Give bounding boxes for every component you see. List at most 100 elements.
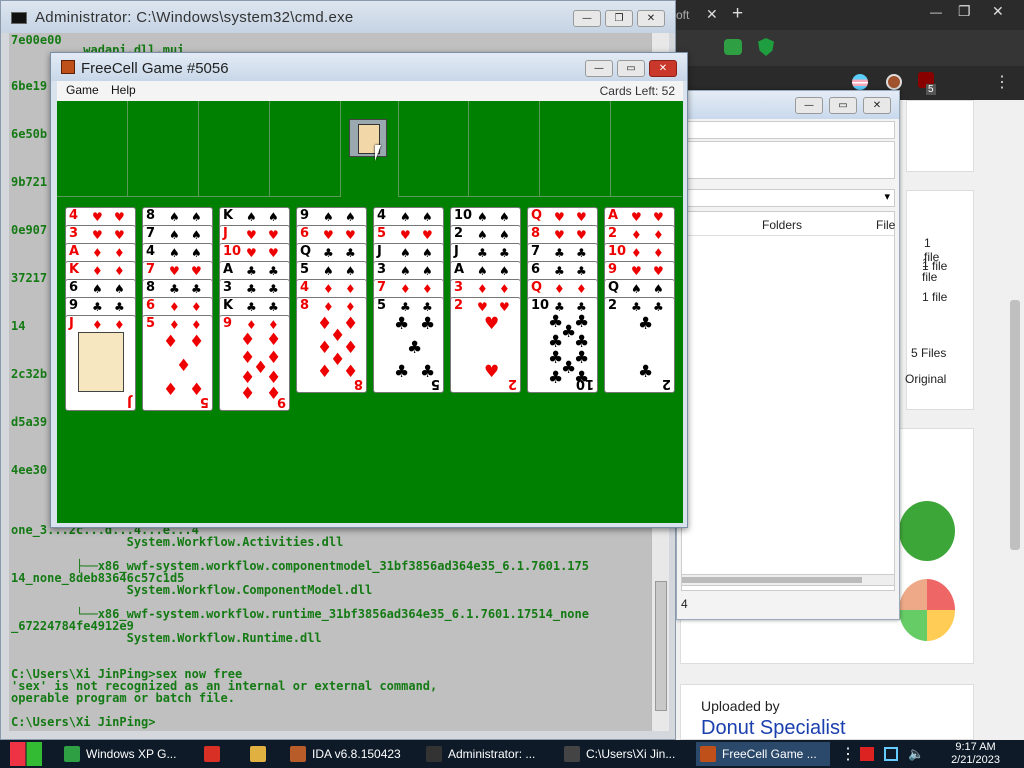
browser-minimize-button[interactable]: — bbox=[930, 5, 942, 19]
free-cell-4[interactable] bbox=[270, 101, 341, 197]
card-rank: 8 bbox=[300, 298, 310, 313]
explorer-dropdown[interactable]: ▾ bbox=[681, 189, 895, 207]
card-pip-icon: ♦ bbox=[343, 314, 359, 334]
tab-close-icon[interactable]: ✕ bbox=[706, 6, 718, 23]
browser-close-button[interactable]: ✕ bbox=[992, 3, 1004, 20]
card-suit-icon: ♣ bbox=[576, 246, 587, 260]
taskbar-button[interactable]: Administrator: ... bbox=[422, 742, 556, 766]
playing-card[interactable]: 9 ♦ ♦ ♦ ♦ ♦ ♦ ♦ ♦ ♦ ♦ ♦ 9 bbox=[219, 315, 290, 411]
taskbar-clock[interactable]: 9:17 AM 2/21/2023 bbox=[951, 741, 1000, 767]
file-count-row[interactable]: 5 Files bbox=[911, 346, 946, 360]
console-line: System.Workflow.ComponentModel.dll bbox=[11, 583, 373, 597]
start-button[interactable] bbox=[10, 742, 42, 766]
free-cell-3[interactable] bbox=[199, 101, 270, 197]
explorer-address-bar[interactable] bbox=[681, 121, 895, 139]
column-header-file[interactable]: File bbox=[876, 218, 895, 232]
foundation-1[interactable] bbox=[398, 101, 469, 197]
card-suit-icon: ♣ bbox=[191, 282, 202, 296]
card-pip-icon: ♣ bbox=[638, 362, 654, 382]
card-rank: Q bbox=[531, 280, 543, 295]
playing-card[interactable]: 2 ♥ ♥ ♥ ♥ 2 bbox=[450, 297, 521, 393]
tray-network-icon[interactable] bbox=[884, 747, 898, 761]
explorer-maximize-button[interactable]: ▭ bbox=[829, 97, 857, 114]
card-suit-icon: ♠ bbox=[92, 282, 103, 296]
page-scroll-thumb[interactable] bbox=[1010, 300, 1020, 550]
playing-card[interactable]: 8 ♦ ♦ ♦ ♦ ♦ ♦ ♦ ♦ ♦ ♦ 8 bbox=[296, 297, 367, 393]
card-suit-icon: ♠ bbox=[422, 246, 433, 260]
uploader-name-link[interactable]: Donut Specialist bbox=[701, 717, 846, 740]
freecell-maximize-button[interactable]: ▭ bbox=[617, 60, 645, 77]
browser-menu-icon[interactable]: ⋮ bbox=[994, 72, 1010, 92]
console-line: operable program or batch file. bbox=[11, 691, 235, 705]
new-tab-button[interactable]: + bbox=[732, 3, 743, 25]
explorer-close-button[interactable]: ✕ bbox=[863, 97, 891, 114]
tray-more-icon[interactable]: ⋮ bbox=[840, 744, 856, 764]
cmd-icon bbox=[11, 12, 27, 24]
card-suit-icon: ♣ bbox=[268, 282, 279, 296]
card-rank: 7 bbox=[146, 262, 156, 277]
free-cell-2[interactable] bbox=[128, 101, 199, 197]
page-scrollbar[interactable] bbox=[1006, 100, 1024, 740]
playing-card[interactable]: 2 ♣ ♣ ♣ ♣ 2 bbox=[604, 297, 675, 393]
menu-help[interactable]: Help bbox=[111, 83, 136, 97]
card-suit-icon: ♦ bbox=[92, 318, 103, 332]
browser-tab-partial[interactable]: oft bbox=[676, 8, 689, 22]
free-cell-1[interactable] bbox=[57, 101, 128, 197]
card-suit-icon: ♠ bbox=[477, 264, 488, 278]
file-count-row[interactable]: 1 file bbox=[922, 259, 947, 273]
card-suit-icon: ♥ bbox=[631, 210, 642, 224]
freecell-minimize-button[interactable]: — bbox=[585, 60, 613, 77]
card-suit-icon: ♥ bbox=[268, 246, 279, 260]
card-rank: Q bbox=[608, 280, 620, 295]
explorer-filter-box[interactable] bbox=[681, 141, 895, 179]
cmd-close-button[interactable]: ✕ bbox=[637, 10, 665, 27]
card-suit-icon: ♣ bbox=[246, 264, 257, 278]
tray-speaker-icon[interactable]: 🔈 bbox=[908, 746, 924, 762]
card-rank-bottom: 2 bbox=[661, 376, 671, 391]
taskbar-button[interactable]: Windows XP G... bbox=[60, 742, 194, 766]
flag-icon[interactable] bbox=[852, 74, 868, 90]
column-header-folders[interactable]: Folders bbox=[762, 218, 802, 232]
taskbar-button[interactable] bbox=[200, 742, 240, 766]
taskbar-button[interactable]: IDA v6.8.150423 bbox=[286, 742, 418, 766]
explorer-minimize-button[interactable]: — bbox=[795, 97, 823, 114]
console-line: 0e907 bbox=[11, 223, 48, 237]
playing-card[interactable]: 5 ♦ ♦ ♦ ♦ ♦ ♦ ♦ 5 bbox=[142, 315, 213, 411]
foundation-2[interactable] bbox=[469, 101, 540, 197]
profile-avatar-icon[interactable] bbox=[886, 74, 902, 90]
explorer-hscrollbar[interactable] bbox=[681, 574, 895, 586]
playing-card[interactable]: 10 ♣ ♣ ♣ ♣ ♣ ♣ ♣ ♣ ♣ ♣ ♣ ♣ 10 bbox=[527, 297, 598, 393]
card-pip-icon: ♦ bbox=[266, 330, 282, 350]
file-count-row[interactable]: 1 file bbox=[922, 290, 947, 304]
card-pip-icon: ♦ bbox=[343, 338, 359, 358]
browser-maximize-button[interactable]: ❐ bbox=[958, 3, 971, 20]
column-header-row: Folders File bbox=[682, 214, 895, 236]
file-count-row[interactable]: Original bbox=[905, 372, 946, 386]
freecell-titlebar: FreeCell Game #5056 — ▭ ✕ bbox=[51, 53, 687, 81]
foundation-4[interactable] bbox=[611, 101, 682, 197]
card-rank: 10 bbox=[454, 208, 473, 223]
freecell-table[interactable]: 4 ♥ ♥ 3 ♥ ♥ A ♦ ♦ K ♦ ♦ 6 ♠ ♠ 9 ♣ ♣ J ♦ ♦ J 8 ♠ ♠ 7 ♠ ♠ 4 ♠ ♠ 7 ♥ ♥ 8 ♣ ♣ 6 ♦ ♦… bbox=[57, 101, 683, 523]
card-suit-icon: ♣ bbox=[400, 300, 411, 314]
foundation-3[interactable] bbox=[540, 101, 611, 197]
card-suit-icon: ♠ bbox=[477, 210, 488, 224]
cmd-maximize-button[interactable]: ❐ bbox=[605, 10, 633, 27]
taskbar-app-icon bbox=[250, 746, 266, 762]
freecell-close-button[interactable]: ✕ bbox=[649, 60, 677, 77]
cmd-minimize-button[interactable]: — bbox=[573, 10, 601, 27]
taskbar-button[interactable] bbox=[246, 742, 286, 766]
menu-game[interactable]: Game bbox=[66, 83, 99, 97]
playing-card[interactable]: 5 ♣ ♣ ♣ ♣ ♣ ♣ ♣ 5 bbox=[373, 297, 444, 393]
taskbar-button[interactable]: FreeCell Game ... bbox=[696, 742, 830, 766]
cmd-scroll-thumb[interactable] bbox=[655, 581, 667, 711]
king-face-icon[interactable] bbox=[349, 119, 387, 157]
tray-flag-icon[interactable] bbox=[860, 747, 874, 761]
card-suit-icon: ♣ bbox=[246, 282, 257, 296]
taskbar-button[interactable]: C:\Users\Xi Jin... bbox=[560, 742, 692, 766]
card-rank: 9 bbox=[608, 262, 618, 277]
card-suit-icon: ♥ bbox=[114, 228, 125, 242]
explorer-hscroll-thumb[interactable] bbox=[682, 577, 862, 583]
extension-chat-icon[interactable] bbox=[724, 39, 742, 55]
extension-shield-icon[interactable] bbox=[758, 38, 774, 56]
playing-card[interactable]: J ♦ ♦ J bbox=[65, 315, 136, 411]
